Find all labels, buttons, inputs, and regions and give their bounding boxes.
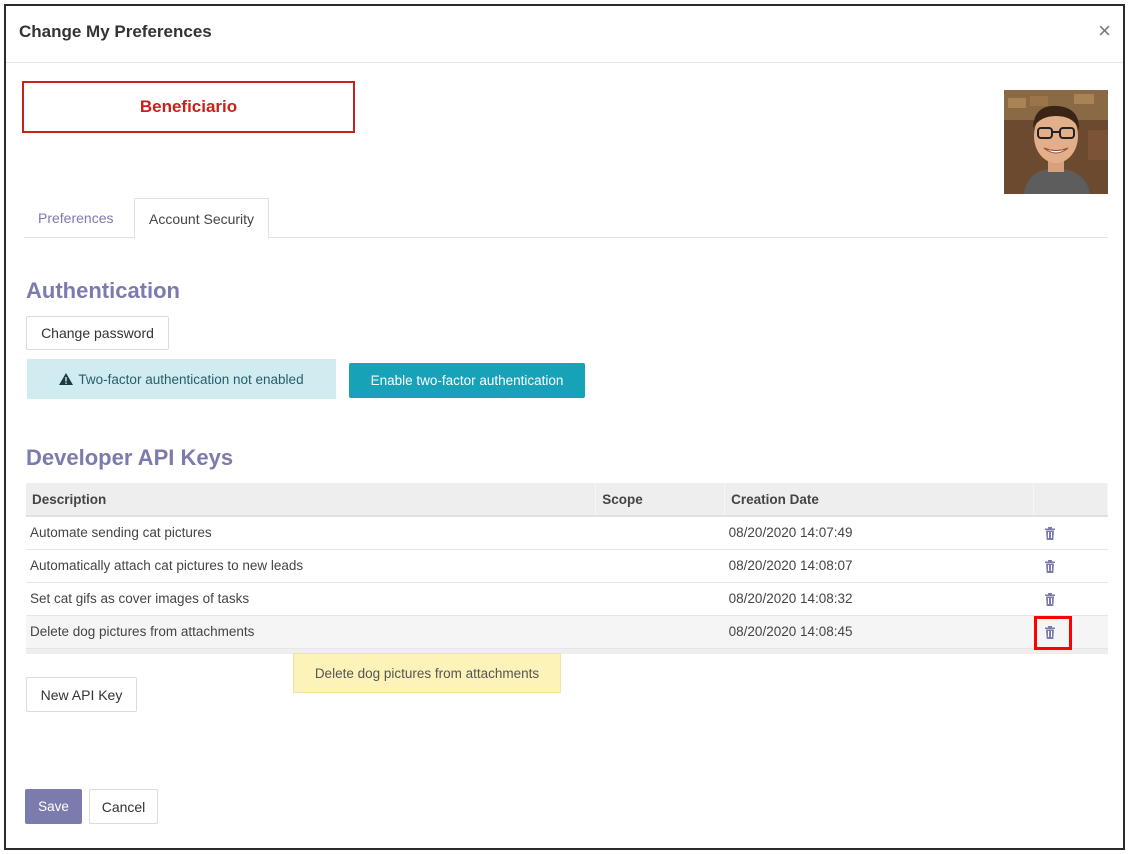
table-row[interactable]: Automatically attach cat pictures to new…	[26, 549, 1108, 583]
user-name-field[interactable]: Beneficiario	[22, 81, 355, 133]
cancel-button[interactable]: Cancel	[89, 789, 158, 824]
two-factor-alert: Two-factor authentication not enabled	[27, 359, 336, 399]
delete-highlight-box	[1034, 616, 1072, 650]
key-description: Set cat gifs as cover images of tasks	[26, 582, 596, 616]
authentication-heading: Authentication	[26, 278, 180, 303]
key-created: 08/20/2020 14:08:32	[724, 582, 1034, 616]
key-scope	[595, 615, 725, 649]
table-footer-row	[26, 648, 1108, 654]
trash-icon[interactable]	[1044, 592, 1056, 606]
tab-preferences[interactable]: Preferences	[24, 198, 127, 238]
key-created: 08/20/2020 14:08:45	[724, 615, 1034, 649]
delete-cell	[1033, 549, 1108, 583]
key-scope	[595, 582, 725, 616]
dialog-header: Change My Preferences ×	[6, 6, 1123, 63]
column-header-actions	[1033, 483, 1108, 517]
column-header-creation-date[interactable]: Creation Date	[724, 483, 1035, 517]
table-row[interactable]: Automate sending cat pictures 08/20/2020…	[26, 516, 1108, 550]
key-description: Delete dog pictures from attachments	[26, 615, 596, 649]
key-description: Automate sending cat pictures	[26, 516, 596, 550]
enable-2fa-button[interactable]: Enable two-factor authentication	[349, 363, 585, 398]
key-description: Automatically attach cat pictures to new…	[26, 549, 596, 583]
table-row[interactable]: Set cat gifs as cover images of tasks 08…	[26, 582, 1108, 616]
tab-account-security[interactable]: Account Security	[134, 198, 270, 239]
warning-icon	[59, 373, 74, 385]
key-created: 08/20/2020 14:07:49	[724, 516, 1034, 550]
trash-icon[interactable]	[1044, 559, 1056, 573]
save-button[interactable]: Save	[25, 789, 82, 824]
avatar[interactable]	[1004, 90, 1108, 194]
alert-text: Two-factor authentication not enabled	[78, 371, 304, 387]
tooltip: Delete dog pictures from attachments	[293, 653, 561, 693]
api-keys-table: Description Scope Creation Date Automate…	[26, 483, 1108, 654]
user-name: Beneficiario	[139, 97, 238, 116]
key-created: 08/20/2020 14:08:07	[724, 549, 1034, 583]
table-row[interactable]: Delete dog pictures from attachments 08/…	[26, 615, 1108, 649]
delete-cell	[1033, 516, 1108, 550]
column-header-scope[interactable]: Scope	[595, 483, 726, 517]
trash-icon[interactable]	[1044, 527, 1056, 541]
key-scope	[595, 549, 725, 583]
new-api-key-button[interactable]: New API Key	[26, 677, 137, 712]
close-icon[interactable]: ×	[1098, 20, 1111, 42]
key-scope	[595, 516, 725, 550]
change-password-button[interactable]: Change password	[26, 316, 169, 350]
column-header-description[interactable]: Description	[26, 483, 597, 517]
avatar-image	[1004, 90, 1108, 194]
table-header-row: Description Scope Creation Date	[26, 483, 1108, 517]
tab-bar: Preferences Account Security	[24, 198, 1108, 239]
dialog-title: Change My Preferences	[19, 22, 212, 41]
delete-cell	[1033, 582, 1108, 616]
preferences-dialog: Change My Preferences × Beneficiario Pre…	[4, 4, 1125, 850]
api-keys-heading: Developer API Keys	[26, 445, 234, 470]
